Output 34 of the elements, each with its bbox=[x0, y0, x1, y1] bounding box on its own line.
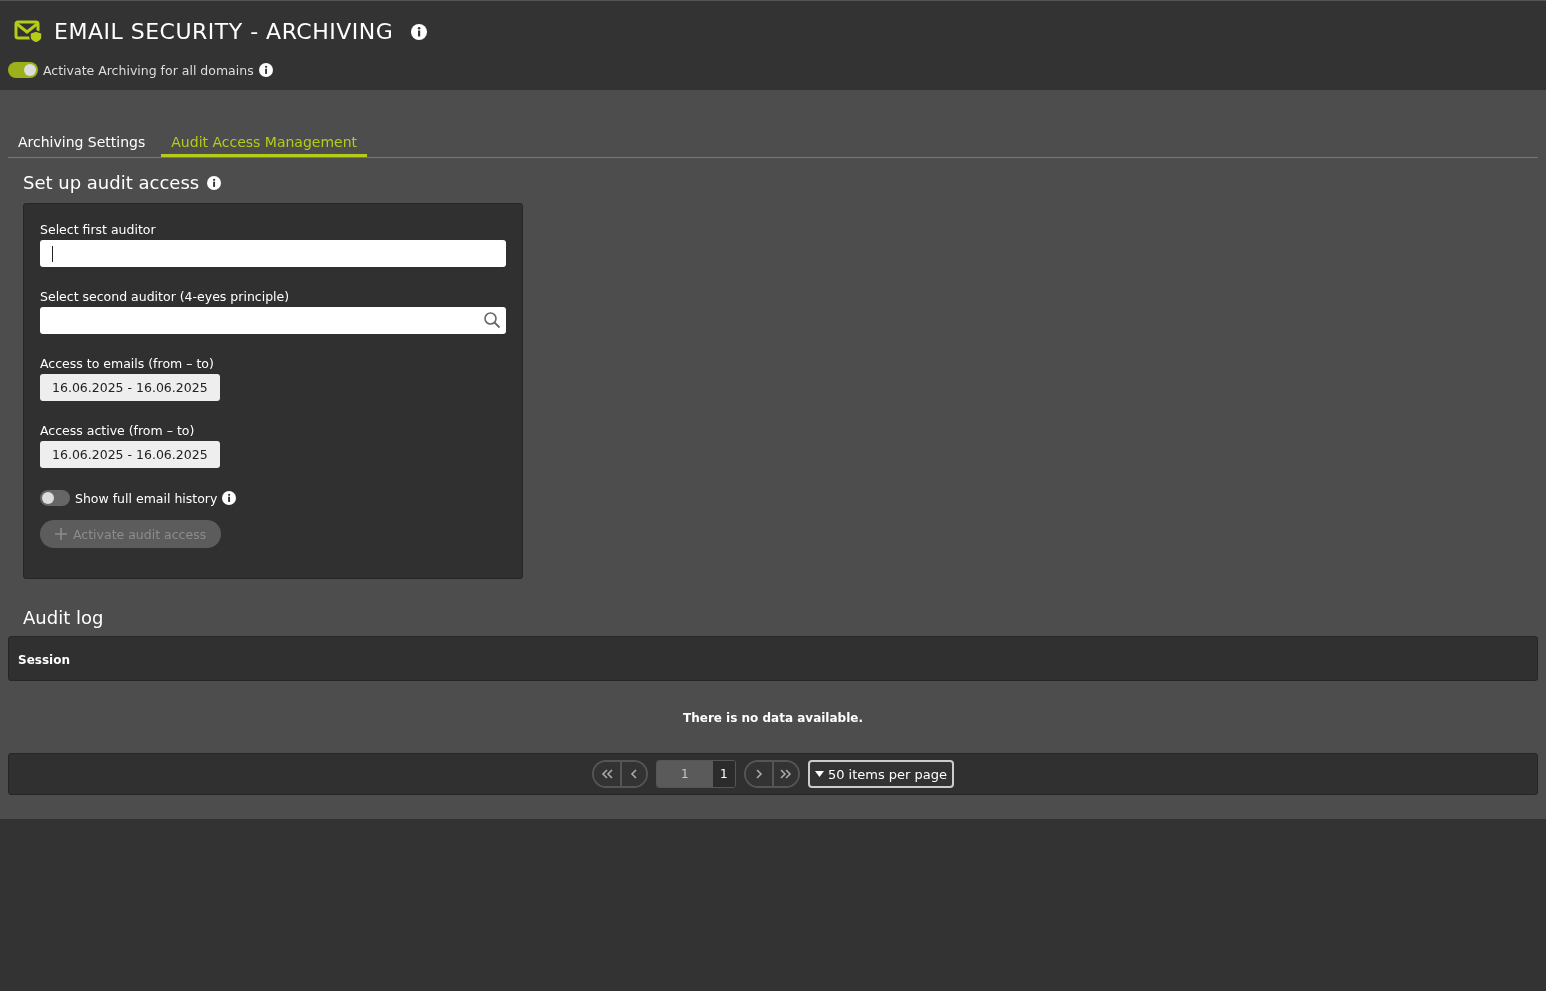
empty-message: There is no data available. bbox=[682, 711, 864, 725]
toggle-label: Show full email history bbox=[75, 490, 218, 506]
tab[interactable]: Archiving Settings bbox=[8, 128, 156, 157]
search-field[interactable] bbox=[40, 307, 506, 334]
caret-down-icon bbox=[814, 771, 824, 777]
page-size-dropdown[interactable]: 50 items per page bbox=[807, 760, 955, 788]
info-icon[interactable] bbox=[207, 175, 222, 190]
info-icon[interactable] bbox=[222, 491, 237, 505]
section-heading: Set up audit access bbox=[23, 172, 200, 193]
info-icon[interactable] bbox=[411, 23, 428, 40]
column-header: Session bbox=[18, 653, 70, 667]
toggle-switch[interactable] bbox=[40, 490, 70, 506]
double-chevron-right-icon bbox=[779, 769, 792, 779]
envelope-shield-icon bbox=[14, 19, 44, 44]
previous-page-button[interactable] bbox=[619, 762, 646, 786]
date-range-field[interactable]: 16.06.2025 - 16.06.2025 bbox=[40, 441, 220, 468]
date-range-field[interactable]: 16.06.2025 - 16.06.2025 bbox=[40, 374, 220, 401]
last-page-button[interactable] bbox=[771, 762, 798, 786]
search-icon bbox=[483, 311, 501, 329]
double-chevron-left-icon bbox=[600, 769, 613, 779]
plus-icon bbox=[55, 528, 67, 540]
chevron-right-icon bbox=[754, 769, 763, 779]
toggle-switch[interactable] bbox=[8, 62, 38, 78]
field-label: Select first auditor bbox=[40, 222, 156, 237]
tab[interactable]: Audit Access Management bbox=[161, 128, 368, 157]
field-label: Access active (from – to) bbox=[40, 423, 195, 438]
field-label: Select second auditor (4-eyes principle) bbox=[40, 289, 290, 304]
field-label: Access to emails (from – to) bbox=[40, 356, 214, 371]
info-icon[interactable] bbox=[258, 63, 273, 77]
chevron-left-icon bbox=[629, 769, 638, 779]
input-field[interactable] bbox=[40, 240, 506, 267]
page-title: EMAIL SECURITY - ARCHIVING bbox=[54, 19, 394, 44]
toggle-label: Activate Archiving for all domains bbox=[43, 62, 254, 78]
section-heading: Audit log bbox=[23, 607, 105, 628]
